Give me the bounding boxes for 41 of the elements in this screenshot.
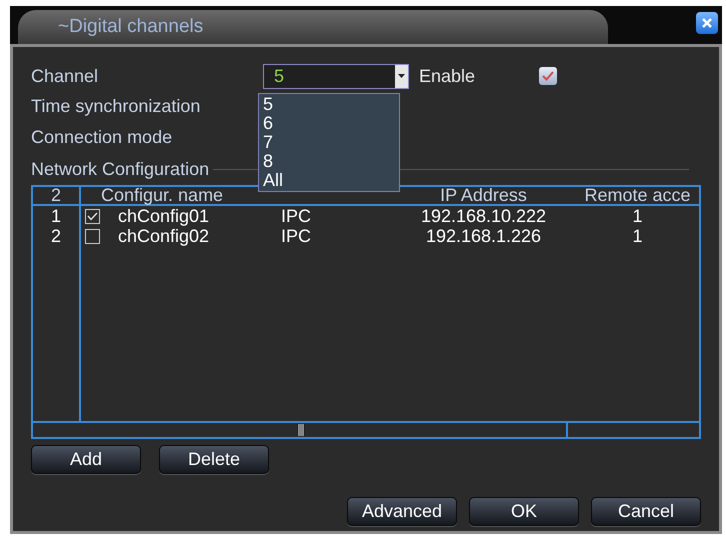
field-label: Channel <box>31 64 100 88</box>
dropdown-option[interactable]: 6 <box>259 114 399 133</box>
table-cell-text: chConfig02 <box>118 226 210 248</box>
table-cell-text: 192.168.1.226 <box>426 224 542 248</box>
check-icon <box>542 71 554 81</box>
window-title: ~Digital channels <box>58 14 204 39</box>
caret-icon <box>398 74 405 78</box>
table-cell-text: IPC <box>281 224 312 248</box>
action-button[interactable]: Advanced <box>347 497 457 526</box>
checkbox[interactable] <box>85 208 100 224</box>
checkbox[interactable] <box>85 228 100 244</box>
dropdown-option[interactable]: 8 <box>259 152 399 171</box>
field-label: Time synchronization <box>31 95 200 118</box>
table-cell-text: 1 <box>50 204 61 228</box>
checkbox[interactable] <box>539 67 557 85</box>
column-header: IP Address <box>440 184 527 207</box>
field-label: Enable <box>419 64 476 88</box>
action-button[interactable]: Cancel <box>591 497 701 526</box>
horizontal-scrollbar[interactable] <box>33 421 699 437</box>
close-icon <box>701 17 713 29</box>
dropdown-option[interactable]: 5 <box>259 95 399 114</box>
table-cell-text: chConfig01 <box>118 205 210 228</box>
action-button[interactable]: OK <box>469 497 579 526</box>
section-label: Network Configuration <box>31 158 210 181</box>
channel-select[interactable]: 5 <box>263 64 409 88</box>
column-header: Configur. name <box>101 184 224 207</box>
field-label: Connection mode <box>31 126 172 149</box>
close-button[interactable] <box>696 12 718 34</box>
check-icon <box>87 212 98 220</box>
table-cell-text: IPC <box>281 204 312 228</box>
table-cell-text: 1 <box>632 224 642 248</box>
action-button[interactable]: Add <box>31 445 141 474</box>
column-header: 2 <box>50 184 61 207</box>
action-button[interactable]: Delete <box>159 445 269 474</box>
table-cell-text: 2 <box>50 224 61 248</box>
dropdown-option[interactable]: All <box>259 171 399 190</box>
column-header: Remote acce <box>584 184 691 207</box>
dropdown-option[interactable]: 7 <box>259 133 399 152</box>
table-cell-text: 1 <box>632 204 642 228</box>
table-cell-text: 192.168.10.222 <box>420 204 546 228</box>
grip-icon <box>298 424 304 436</box>
